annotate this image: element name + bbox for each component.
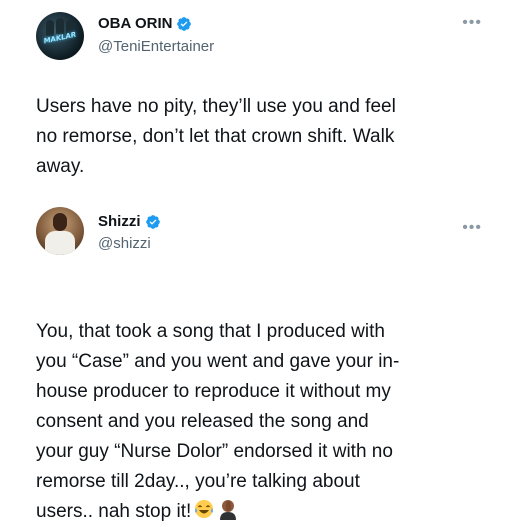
laughing-tears-icon — [195, 500, 214, 518]
avatar[interactable] — [36, 207, 84, 255]
display-name-text: Shizzi — [98, 213, 141, 230]
display-name[interactable]: Shizzi — [98, 213, 161, 230]
tweet-text: Users have no pity, they’ll use you and … — [36, 96, 396, 177]
user-handle[interactable]: @TeniEntertainer — [98, 38, 214, 55]
avatar-figure — [56, 18, 64, 34]
avatar[interactable]: MAKLAR — [36, 12, 84, 60]
avatar-figure — [46, 20, 54, 36]
avatar-body — [45, 231, 75, 255]
tweet-text: You, that took a song that I produced wi… — [36, 287, 488, 527]
verified-badge-icon — [177, 16, 192, 31]
verified-badge-icon — [145, 214, 160, 229]
display-name[interactable]: OBA ORIN — [98, 15, 192, 32]
user-handle[interactable]: @shizzi — [98, 235, 151, 252]
tweet-card-1[interactable]: MAKLAR OBA ORIN @TeniEntertainer ••• Use… — [0, 0, 512, 195]
more-options-icon[interactable]: ••• — [462, 15, 482, 31]
facepalm-icon — [220, 500, 237, 520]
avatar-head — [53, 213, 67, 231]
display-name-text: OBA ORIN — [98, 15, 173, 32]
tweet-text-body: You, that took a song that I produced wi… — [36, 321, 400, 522]
more-options-icon[interactable]: ••• — [462, 220, 482, 236]
tweet-card-2[interactable]: Shizzi @shizzi ••• You, that took a song… — [0, 195, 512, 522]
